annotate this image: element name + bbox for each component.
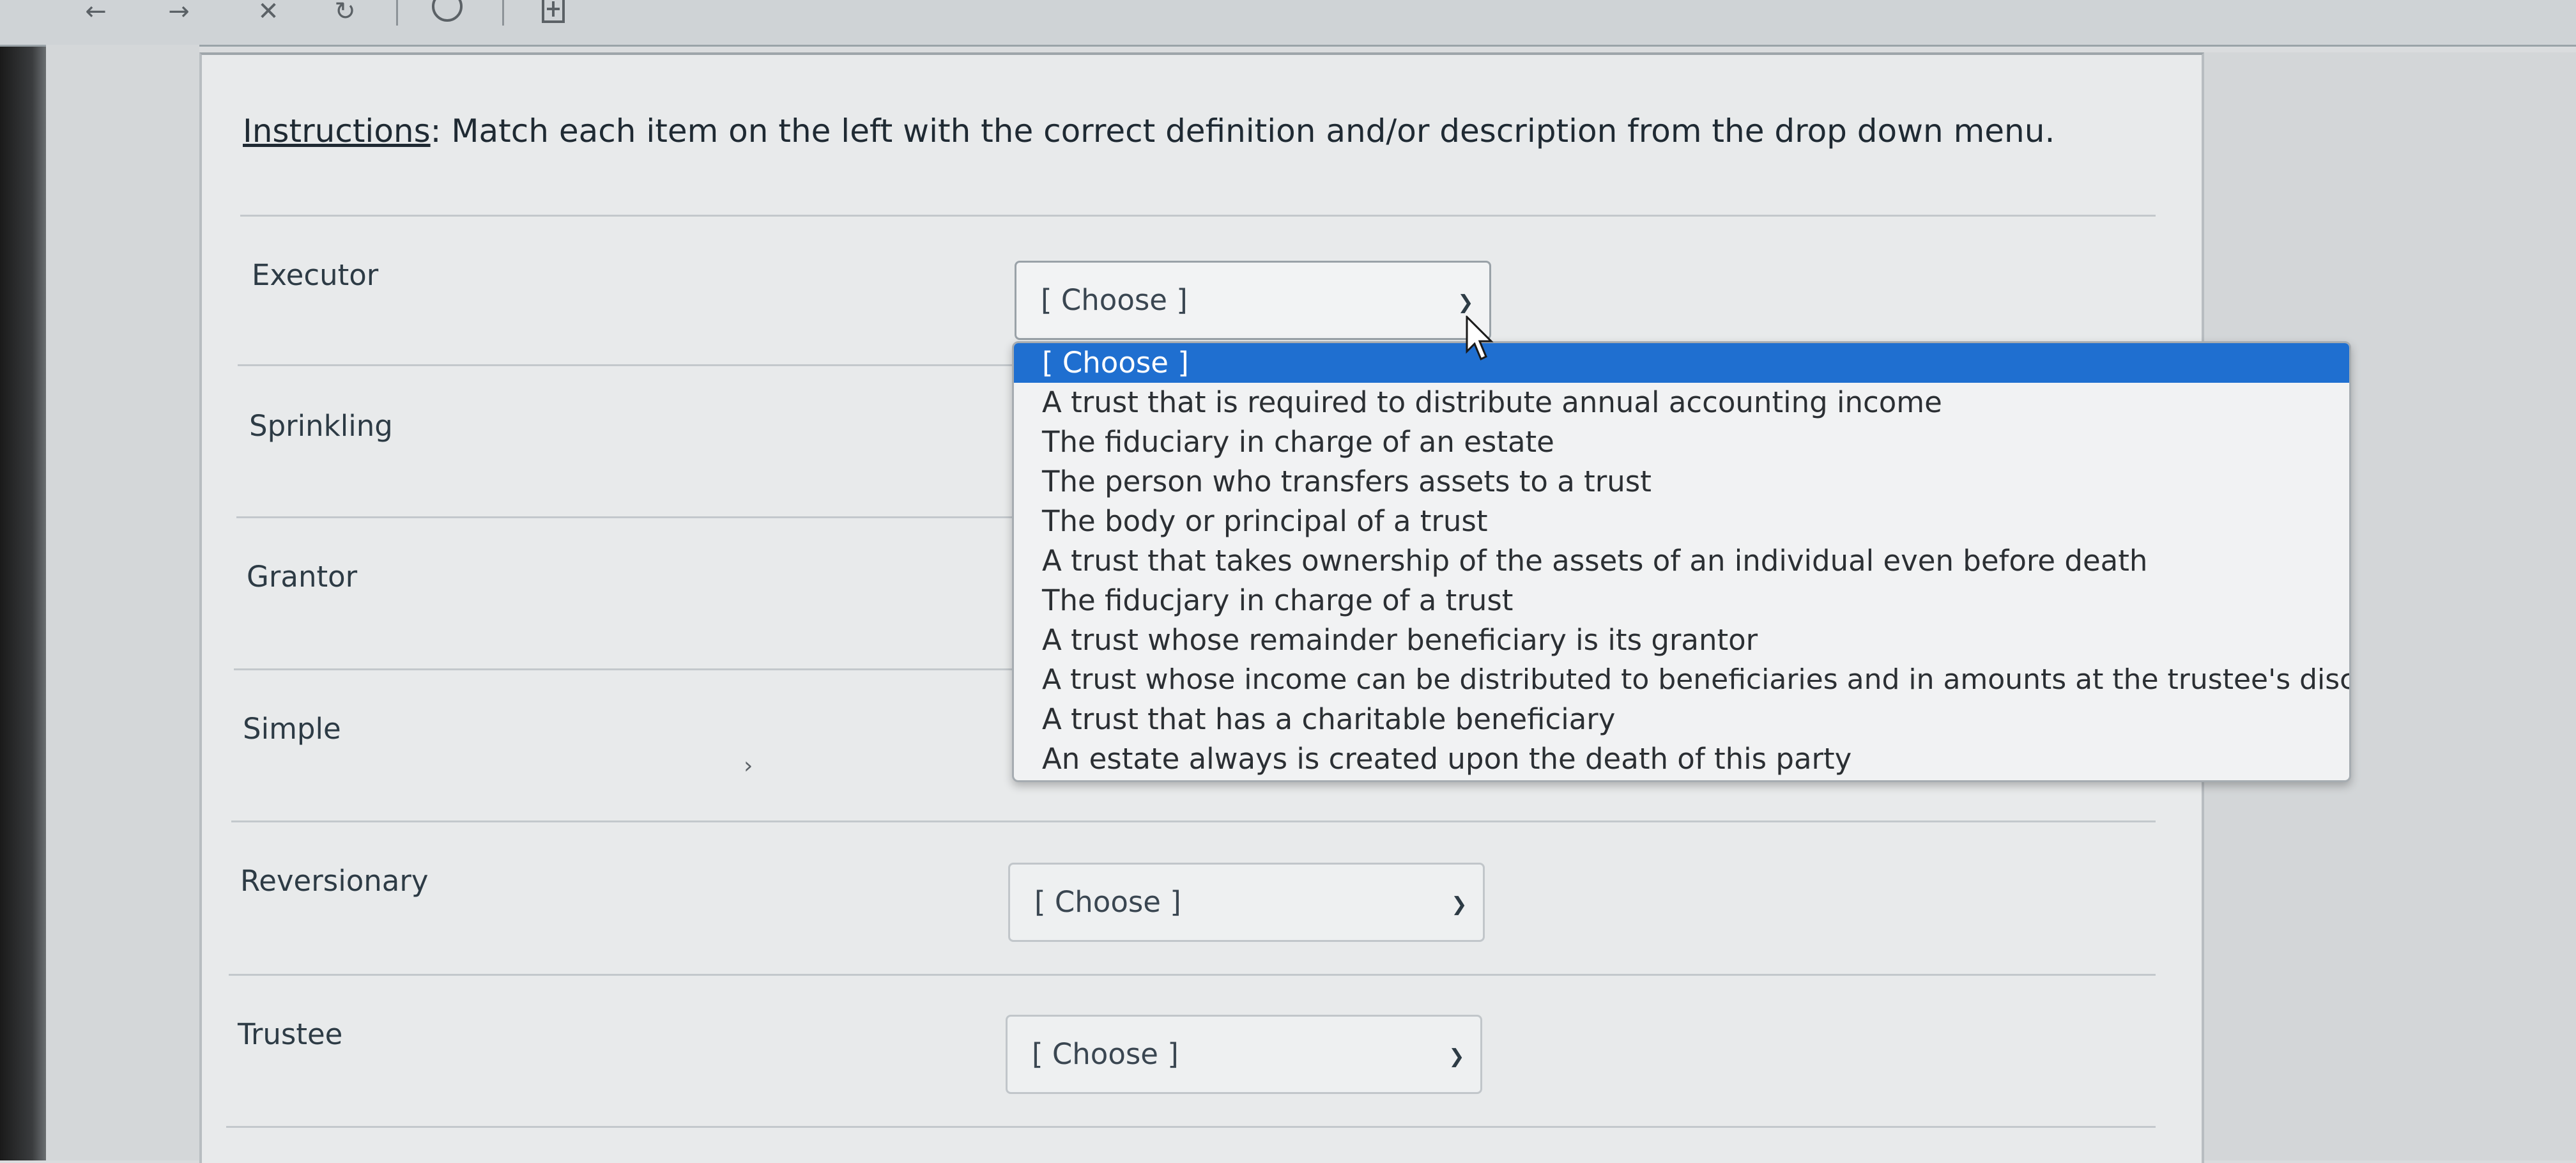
executor-select[interactable]: [ Choose ] ❯	[1015, 261, 1491, 340]
dropdown-option[interactable]: A trust that has a charitable beneficiar…	[1014, 700, 2349, 739]
match-item-trustee: Trustee	[238, 1017, 343, 1051]
toolbar-separator	[502, 0, 504, 26]
dropdown-option[interactable]: The fiduciary in charge of an estate	[1014, 422, 2349, 462]
reversionary-select-value: [ Choose ]	[1034, 885, 1181, 919]
close-icon[interactable]: ✕	[249, 0, 288, 28]
executor-select-value: [ Choose ]	[1041, 283, 1188, 317]
divider	[238, 364, 1017, 366]
stray-mark: ›	[744, 753, 753, 779]
chevron-down-icon: ❯	[1451, 893, 1468, 916]
instructions-label: Instructions	[243, 112, 431, 150]
divider	[229, 974, 2156, 976]
divider	[236, 516, 1016, 518]
chevron-down-icon: ❯	[1448, 1045, 1465, 1068]
dropdown-option[interactable]: An estate always is created upon the dea…	[1014, 739, 2349, 779]
mouse-cursor-icon	[1466, 316, 1494, 361]
match-item-simple: Simple	[243, 712, 341, 746]
dropdown-option[interactable]: The person who transfers assets to a tru…	[1014, 462, 2349, 502]
instructions-body: : Match each item on the left with the c…	[430, 112, 2055, 150]
match-item-sprinkling: Sprinkling	[249, 409, 393, 443]
trustee-select-value: [ Choose ]	[1032, 1037, 1179, 1071]
dropdown-option[interactable]: A trust whose income can be distributed …	[1014, 660, 2349, 700]
reversionary-select[interactable]: [ Choose ] ❯	[1008, 863, 1485, 942]
trustee-select[interactable]: [ Choose ] ❯	[1006, 1015, 1482, 1094]
dropdown-option[interactable]: The fiducjary in charge of a trust	[1014, 581, 2349, 620]
dropdown-option[interactable]: A trust that is required to distribute a…	[1014, 383, 2349, 422]
screen-bezel-shadow	[0, 0, 46, 1160]
divider	[231, 820, 2156, 822]
dropdown-option[interactable]: The body or principal of a trust	[1014, 502, 2349, 541]
instructions-text: Instructions: Match each item on the lef…	[243, 112, 2055, 150]
new-tab-icon[interactable]	[534, 0, 572, 28]
match-item-executor: Executor	[252, 258, 379, 292]
chevron-down-icon: ❯	[1457, 291, 1474, 314]
page-left-margin	[46, 45, 199, 1160]
divider	[240, 215, 2156, 217]
dropdown-option[interactable]: A trust that takes ownership of the asse…	[1014, 541, 2349, 581]
divider	[234, 668, 1013, 670]
browser-toolbar: ← → ✕ ↻	[0, 0, 2576, 47]
reload-icon[interactable]: ↻	[326, 0, 364, 28]
dropdown-option[interactable]: [ Choose ]	[1014, 343, 2349, 383]
arrow-left-icon[interactable]: ←	[77, 0, 115, 28]
match-item-grantor: Grantor	[247, 560, 358, 594]
match-item-reversionary: Reversionary	[240, 864, 429, 898]
dropdown-option[interactable]: A trust whose remainder beneficiary is i…	[1014, 620, 2349, 660]
toolbar-separator	[396, 0, 398, 26]
executor-dropdown-list[interactable]: [ Choose ] A trust that is required to d…	[1012, 341, 2351, 782]
arrow-right-icon[interactable]: →	[160, 0, 198, 28]
tab-count-icon[interactable]	[428, 0, 466, 28]
divider	[226, 1126, 2156, 1128]
